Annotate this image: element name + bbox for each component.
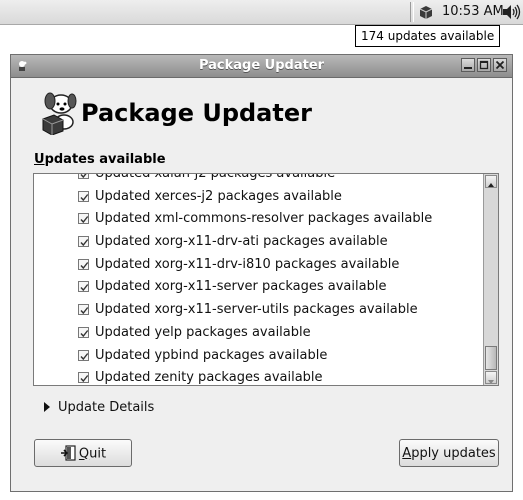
checkmark-icon (80, 261, 89, 269)
package-updater-puppy-icon (42, 92, 77, 135)
package-updater-tray-icon[interactable] (418, 4, 434, 20)
quit-icon (60, 445, 76, 461)
update-label: Updated xerces-j2 packages available (95, 188, 342, 204)
panel-clock[interactable]: 10:53 AM (442, 4, 504, 19)
update-checkbox[interactable] (78, 174, 89, 179)
update-checkbox[interactable] (78, 236, 89, 248)
apply-updates-button[interactable]: Apply updates (399, 439, 499, 467)
update-checkbox[interactable] (78, 326, 89, 338)
updates-available-mnemonic: U (34, 152, 45, 167)
volume-icon[interactable] (501, 4, 521, 20)
quit-mnemonic: Q (78, 446, 90, 462)
scrollbar-thumb[interactable] (485, 346, 497, 370)
scroll-up-arrow-icon (488, 183, 494, 187)
update-checkbox[interactable] (78, 258, 89, 270)
top-panel: 10:53 AM (0, 0, 523, 25)
scroll-down-arrow-icon (488, 380, 494, 384)
header-title: Package Updater (81, 99, 312, 127)
updates-list[interactable]: Updated xalan-j2 packages available Updat… (33, 173, 499, 386)
maximize-button[interactable] (477, 58, 491, 72)
update-row[interactable]: Updated xorg-x11-server packages availab… (34, 276, 484, 299)
update-row[interactable]: Updated xorg-x11-server-utils packages a… (34, 299, 484, 322)
update-label: Updated ypbind packages available (95, 347, 328, 363)
close-icon (495, 60, 505, 70)
minimize-icon (464, 67, 472, 69)
checkmark-icon (80, 352, 89, 360)
update-label: Updated xalan-j2 packages available (95, 173, 336, 181)
update-checkbox[interactable] (78, 281, 89, 293)
updates-list-scrollbar[interactable] (483, 174, 498, 385)
update-checkbox[interactable] (78, 372, 89, 384)
update-checkbox[interactable] (78, 213, 89, 225)
quit-button[interactable]: Quit (34, 439, 132, 467)
checkmark-icon (80, 239, 89, 247)
update-label: Updated xml-commons-resolver packages av… (95, 211, 433, 227)
apply-mnemonic: A (402, 446, 412, 461)
apply-updates-label: pply updates (411, 446, 496, 461)
updates-available-label-rest: pdates available (44, 152, 166, 167)
window-title: Package Updater (198, 58, 325, 73)
update-row[interactable]: Updated zenity packages available (34, 367, 484, 386)
update-label: Updated yelp packages available (95, 324, 311, 340)
update-row[interactable]: Updated xerces-j2 packages available (34, 186, 484, 209)
tray-separator (410, 2, 414, 22)
update-row[interactable]: Updated xorg-x11-drv-ati packages availa… (34, 231, 484, 254)
update-details-expander[interactable]: Update Details (58, 400, 154, 415)
checkmark-icon (80, 375, 89, 383)
checkmark-icon (80, 174, 87, 179)
updates-available-label: Updates available (34, 152, 166, 167)
close-button[interactable] (493, 58, 507, 72)
checkmark-icon (80, 284, 89, 292)
update-label: Updated xorg-x11-server packages availab… (95, 279, 387, 295)
checkmark-icon (80, 216, 89, 224)
expander-arrow-icon[interactable] (42, 401, 52, 413)
update-checkbox[interactable] (78, 190, 89, 202)
window-titlebar[interactable]: Package Updater (11, 55, 512, 78)
update-checkbox[interactable] (78, 349, 89, 361)
update-row[interactable]: Updated xalan-j2 packages available (34, 173, 484, 186)
updates-list-content: Updated xalan-j2 packages available Updat… (34, 173, 484, 386)
checkmark-icon (80, 307, 89, 315)
update-label: Updated xorg-x11-server-utils packages a… (95, 302, 418, 318)
update-label: Updated xorg-x11-drv-i810 packages avail… (95, 256, 400, 272)
package-updater-window: Package Updater Package Updater Updates … (10, 54, 513, 492)
checkmark-icon (80, 193, 89, 201)
update-row[interactable]: Updated xml-commons-resolver packages av… (34, 208, 484, 231)
updates-tooltip: 174 updates available (355, 25, 501, 47)
update-checkbox[interactable] (78, 304, 89, 316)
maximize-icon (479, 60, 489, 70)
minimize-button[interactable] (461, 58, 475, 72)
checkmark-icon (80, 329, 89, 337)
update-label: Updated xorg-x11-drv-ati packages availa… (95, 234, 388, 250)
scroll-down-button[interactable] (485, 371, 497, 384)
update-row[interactable]: Updated yelp packages available (34, 322, 484, 345)
scroll-up-button[interactable] (485, 175, 497, 188)
quit-label: uit (89, 446, 107, 462)
update-row[interactable]: Updated ypbind packages available (34, 345, 484, 368)
update-label: Updated zenity packages available (95, 370, 323, 386)
update-row[interactable]: Updated xorg-x11-drv-i810 packages avail… (34, 254, 484, 277)
